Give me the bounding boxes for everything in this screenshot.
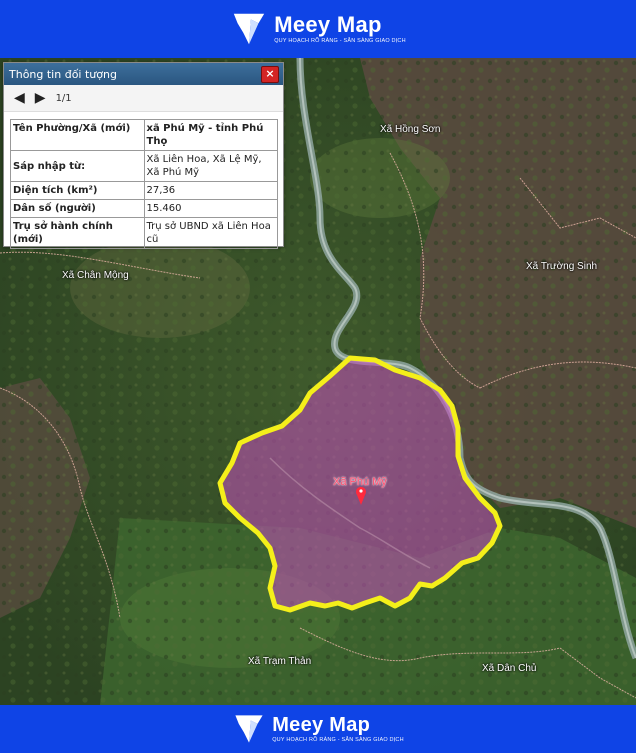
place-label-phu-my[interactable]: Xã Phú Mỹ	[333, 476, 387, 488]
info-key: Diện tích (km²)	[10, 181, 145, 200]
table-row: Trụ sở hành chính (mới) Trụ sở UBND xã L…	[10, 217, 278, 249]
brand-name: Meey Map	[274, 12, 382, 37]
panel-pager: ◀ ▶ 1/1	[4, 85, 283, 112]
close-button[interactable]: ×	[261, 66, 279, 83]
info-key: Dân số (người)	[10, 199, 145, 218]
brand-name-bottom: Meey Map	[272, 714, 371, 736]
top-brand-bar: Meey Map QUY HOẠCH RÕ RÀNG - SẴN SÀNG GI…	[0, 0, 636, 58]
place-label-hong-son: Xã Hồng Sơn	[380, 124, 441, 135]
pager-count: 1/1	[55, 92, 72, 104]
info-value: 27,36	[143, 181, 278, 200]
table-row: Diện tích (km²) 27,36	[10, 181, 278, 200]
info-key: Tên Phường/Xã (mới)	[10, 119, 145, 151]
info-value: 15.460	[143, 199, 278, 218]
place-label-tram-than: Xã Trạm Thản	[248, 656, 312, 667]
place-label-truong-sinh: Xã Trường Sinh	[526, 261, 598, 272]
meey-logo-icon	[234, 13, 265, 45]
info-key: Trụ sở hành chính (mới)	[10, 217, 145, 249]
table-row: Dân số (người) 15.460	[10, 199, 278, 218]
info-value: xã Phú Mỹ - tỉnh Phú Thọ	[143, 119, 278, 151]
table-row: Sáp nhập từ: Xã Liên Hoa, Xã Lệ Mỹ, Xã P…	[10, 150, 278, 182]
panel-header: Thông tin đối tượng ×	[4, 63, 283, 85]
prev-arrow-icon[interactable]: ◀	[14, 90, 25, 106]
place-label-dan-chu: Xã Dân Chủ	[482, 663, 537, 674]
brand-logo-bottom[interactable]: Meey Map QUY HOẠCH RÕ RÀNG - SẴN SÀNG GI…	[232, 711, 404, 747]
place-label-chan-mong: Xã Chân Mộng	[62, 270, 129, 281]
info-key: Sáp nhập từ:	[10, 150, 145, 182]
brand-logo[interactable]: Meey Map QUY HOẠCH RÕ RÀNG - SẴN SÀNG GI…	[230, 9, 406, 49]
meey-logo-icon	[235, 715, 263, 743]
next-arrow-icon[interactable]: ▶	[35, 90, 46, 106]
brand-tagline: QUY HOẠCH RÕ RÀNG - SẴN SÀNG GIAO DỊCH	[274, 38, 406, 44]
info-value: Trụ sở UBND xã Liên Hoa cũ	[143, 217, 278, 249]
object-info-panel: Thông tin đối tượng × ◀ ▶ 1/1 Tên Phường…	[3, 62, 284, 249]
info-value: Xã Liên Hoa, Xã Lệ Mỹ, Xã Phú Mỹ	[143, 150, 278, 182]
panel-title: Thông tin đối tượng	[9, 67, 117, 81]
info-table: Tên Phường/Xã (mới) xã Phú Mỹ - tỉnh Phú…	[10, 119, 278, 249]
table-row: Tên Phường/Xã (mới) xã Phú Mỹ - tỉnh Phú…	[10, 119, 278, 151]
brand-tagline-bottom: QUY HOẠCH RÕ RÀNG - SẴN SÀNG GIAO DỊCH	[272, 737, 404, 743]
bottom-brand-bar: Meey Map QUY HOẠCH RÕ RÀNG - SẴN SÀNG GI…	[0, 705, 636, 753]
